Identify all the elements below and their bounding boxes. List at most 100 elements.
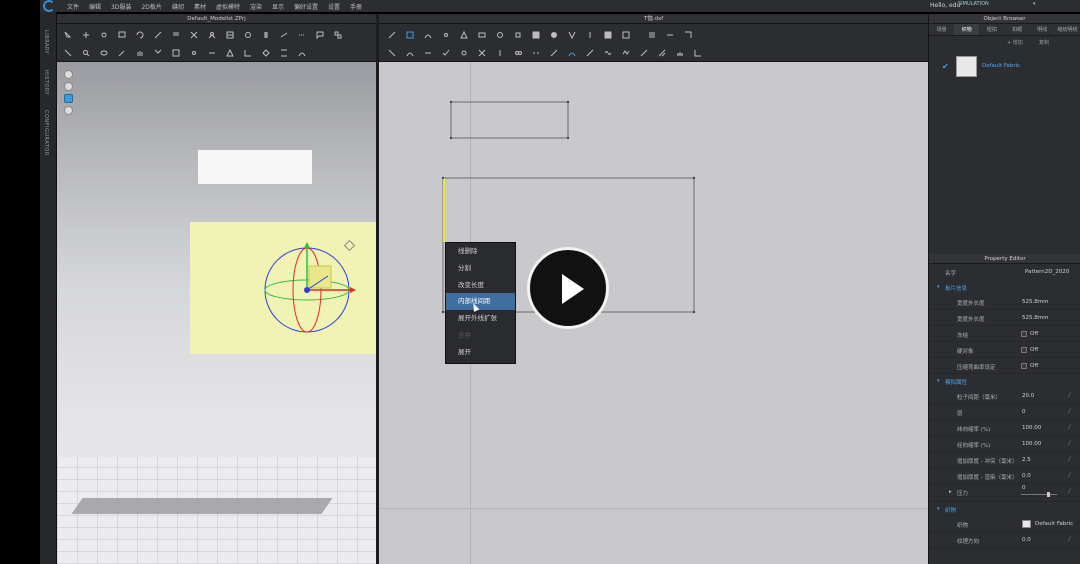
avatar-tool-icon: [208, 32, 216, 39]
trace-2d-icon: [604, 31, 612, 39]
ctx-change-length[interactable]: 改变长度: [446, 277, 515, 294]
mode-selector[interactable]: SIMULATION: [958, 1, 989, 7]
menu-manual[interactable]: 手册: [350, 2, 362, 11]
edit-icon[interactable]: ⁄: [1069, 472, 1070, 479]
tab-library[interactable]: LIBRARY: [43, 30, 49, 54]
2d-toolbar: [379, 24, 928, 62]
pressure-slider[interactable]: [1021, 492, 1057, 497]
ruler-icon: [677, 52, 683, 56]
edit-icon[interactable]: ⁄: [1069, 392, 1070, 399]
ctx-merge[interactable]: 合并: [446, 327, 515, 344]
menu-render[interactable]: 渲染: [250, 2, 262, 11]
polygon-icon: [460, 30, 468, 39]
edit-icon[interactable]: ⁄: [1069, 536, 1070, 543]
ctx-internal-line-spacing[interactable]: 内部线间距: [446, 293, 515, 311]
link-icon: [515, 51, 522, 55]
edit-icon[interactable]: ⁄: [1069, 488, 1070, 495]
piping-tool-icon: [298, 52, 306, 57]
fabric-list-item[interactable]: ✔ Default Fabric: [929, 54, 1080, 84]
gizmo-y-arrow: [304, 242, 310, 248]
tab-scene[interactable]: 场景: [929, 24, 954, 35]
compress-checkbox[interactable]: [1021, 363, 1027, 369]
zoom-tool-icon: [83, 50, 90, 57]
menu-edit[interactable]: 编辑: [89, 2, 101, 11]
section-pattern-info[interactable]: ▾ 板片信息: [929, 280, 1080, 294]
edit-icon[interactable]: ⁄: [1069, 408, 1070, 415]
tab-button[interactable]: 纽扣: [979, 24, 1004, 35]
add-fabric-button[interactable]: + 增加: [1007, 39, 1023, 46]
section-fabric[interactable]: ▾ 织物: [929, 502, 1080, 516]
zigzag-icon: [622, 50, 630, 55]
menu-materials[interactable]: 素材: [194, 2, 206, 11]
menu-2d-pattern[interactable]: 2D板片: [141, 2, 161, 11]
zipper-tool-icon: [264, 32, 268, 38]
trace-tool-icon: [190, 31, 198, 39]
3d-viewport[interactable]: [57, 62, 376, 564]
ctx-expand-outline[interactable]: 展开外线扩张: [446, 310, 515, 327]
3d-toolbar-icons[interactable]: [57, 24, 376, 62]
freeze-checkbox[interactable]: [1021, 331, 1027, 337]
menu-items: 文件 编辑 3D服装 2D板片 缝纫 素材 虚拟模特 渲染 显示 偏好设置 设置…: [67, 2, 362, 11]
expand-icon: ▾: [937, 506, 940, 512]
video-play-button[interactable]: [527, 247, 609, 329]
section-simulation[interactable]: ▾ 模拟属性: [929, 374, 1080, 388]
tab-history[interactable]: HISTORY: [43, 70, 49, 95]
grain-icon: [649, 32, 655, 38]
ctx-split[interactable]: 分割: [446, 260, 515, 277]
menu-avatar[interactable]: 虚拟模特: [216, 2, 240, 11]
move-tool-icon: [83, 32, 89, 38]
ctx-delete-line[interactable]: 线删除: [446, 243, 515, 260]
tab-fabric[interactable]: 织物: [954, 24, 980, 35]
fit-tool-icon: [64, 49, 72, 57]
prop-row-layer: 层 0 ⁄: [929, 404, 1080, 420]
expand-pressure[interactable]: ▸: [949, 489, 952, 495]
chevron-down-icon[interactable]: ▾: [1033, 1, 1036, 7]
menu-display[interactable]: 显示: [272, 2, 284, 11]
tab-configurator[interactable]: CONFIGURATOR: [43, 110, 49, 156]
fabric-name: Default Fabric: [982, 63, 1021, 69]
prop-name-value[interactable]: Pattern2D_2020: [1025, 269, 1069, 275]
user-greeting[interactable]: Hello, edu: [930, 2, 960, 9]
prop-row-particle-distance: 粒子间距（毫米） 20.0 ⁄: [929, 388, 1080, 404]
fabric-swatch: [956, 56, 977, 77]
curve-pt-icon: [568, 52, 576, 57]
view-avatar-icon[interactable]: [64, 70, 73, 79]
tab-sewing-topstitch[interactable]: 缝纫明线: [1055, 24, 1080, 35]
edit-icon[interactable]: ⁄: [1069, 456, 1070, 463]
tab-topstitch[interactable]: 明线: [1030, 24, 1055, 35]
slider-knob[interactable]: [1047, 492, 1050, 497]
transform-gizmo[interactable]: [262, 236, 372, 346]
menu-settings[interactable]: 设置: [328, 2, 340, 11]
tab-buttonhole[interactable]: 扣眼: [1005, 24, 1030, 35]
edit-icon[interactable]: ⁄: [1069, 424, 1070, 431]
view-garment-icon[interactable]: [64, 82, 73, 91]
object-browser-title: Object Browser: [929, 14, 1080, 24]
black-margin: [0, 0, 40, 564]
prop-row-thickness-collision: 增加厚度 - 冲突（毫米） 2.5 ⁄: [929, 452, 1080, 468]
fold-tool-icon: [118, 31, 126, 38]
menu-3d-garment[interactable]: 3D服装: [111, 2, 131, 11]
view-fabric-icon[interactable]: [64, 94, 73, 103]
strengthen-tool-icon: [262, 49, 270, 57]
texture-tool-icon: [226, 31, 234, 39]
bond-tool-icon: [281, 49, 287, 57]
2d-toolbar-icons[interactable]: [379, 24, 928, 62]
copy-fabric-button[interactable]: 复制: [1039, 39, 1049, 46]
prop-row-warp-shrink: 经向缩率 (%) 100.00 ⁄: [929, 436, 1080, 452]
menu-preferences[interactable]: 偏好设置: [294, 2, 318, 11]
tape-tool-icon: [280, 32, 288, 38]
view-pose-icon[interactable]: [64, 106, 73, 115]
menu-sewing[interactable]: 缝纫: [172, 2, 184, 11]
object-browser-actions: + 增加 复制: [929, 36, 1080, 50]
menu-file[interactable]: 文件: [67, 2, 79, 11]
hard-object-checkbox[interactable]: [1021, 347, 1027, 353]
fabric-tool-icon: [172, 49, 180, 57]
fabric-swatch-small: [1022, 520, 1031, 528]
ctx-unfold[interactable]: 展开: [446, 344, 515, 361]
pattern-piece-3d-small[interactable]: [198, 150, 312, 184]
seam-allowance-icon: [685, 31, 692, 38]
edit-icon[interactable]: ⁄: [1069, 440, 1070, 447]
pattern-piece-small: [450, 101, 569, 139]
segment-sew-icon: [388, 49, 396, 57]
internal-polygon-icon: [515, 32, 521, 38]
